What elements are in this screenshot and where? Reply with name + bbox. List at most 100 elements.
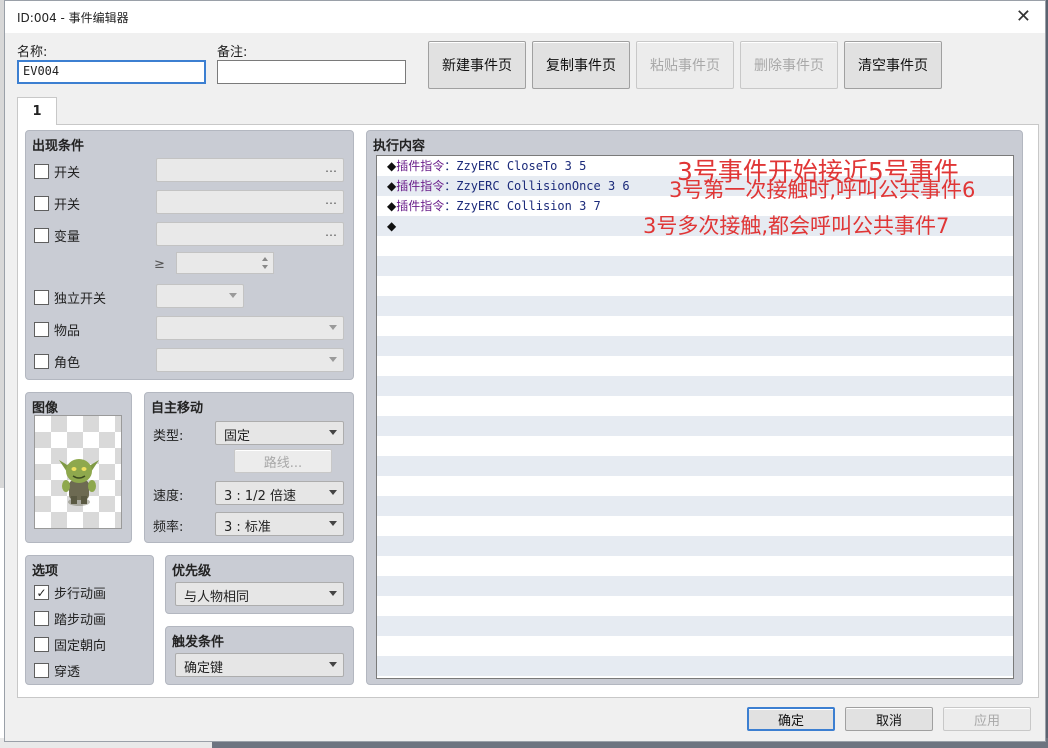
apply-button[interactable]: 应用 <box>943 707 1031 731</box>
command-row[interactable]: ◆插件指令：ZzyERC CloseTo 3 5 <box>387 156 586 176</box>
copy-page-button[interactable]: 复制事件页 <box>532 41 630 89</box>
trigger-select[interactable]: 确定键 <box>175 653 344 677</box>
chevron-down-icon <box>329 430 337 435</box>
autonomous-title: 自主移动 <box>151 401 204 416</box>
stepping-anime-checkbox[interactable]: 踏步动画 <box>34 609 106 628</box>
actor-label: 角色 <box>54 356 81 371</box>
note-label: 备注: <box>217 45 248 60</box>
note-input[interactable] <box>217 60 406 84</box>
through-label: 穿透 <box>54 665 81 680</box>
through-checkbox[interactable]: 穿透 <box>34 661 80 680</box>
ellipsis-icon: … <box>325 193 337 207</box>
event-image-preview[interactable] <box>34 415 122 529</box>
autonomous-movement-group: 自主移动 类型: 固定 路线... 速度: 3 : 1/2 倍速 频率: 3 :… <box>144 392 354 543</box>
command-row[interactable]: ◆插件指令：ZzyERC CollisionOnce 3 6 <box>387 176 630 196</box>
switch2-label: 开关 <box>54 198 81 213</box>
event-editor-dialog: ID:004 - 事件编辑器 ✕ 名称: EV004 备注: 新建事件页 复制事… <box>4 0 1046 742</box>
move-speed-value: 3 : 1/2 倍速 <box>224 489 296 504</box>
switch1-checkbox[interactable]: 开关 <box>34 162 80 181</box>
walking-anime-label: 步行动画 <box>54 587 107 602</box>
command-marker: ◆ <box>387 199 397 213</box>
spin-down-icon[interactable] <box>262 265 268 269</box>
variable-selector[interactable]: … <box>156 222 344 246</box>
command-keyword: 插件指令 <box>396 159 445 173</box>
new-page-button[interactable]: 新建事件页 <box>428 41 526 89</box>
command-marker: ◆ <box>387 179 397 193</box>
check-icon: ✓ <box>34 585 49 600</box>
move-speed-select[interactable]: 3 : 1/2 倍速 <box>215 481 344 505</box>
variable-label: 变量 <box>54 230 81 245</box>
delete-page-button[interactable]: 删除事件页 <box>740 41 838 89</box>
speed-label: 速度: <box>153 489 184 504</box>
close-icon[interactable]: ✕ <box>1016 6 1031 27</box>
variable-checkbox[interactable]: 变量 <box>34 226 80 245</box>
image-group: 图像 <box>25 392 132 543</box>
title-bar: ID:004 - 事件编辑器 ✕ <box>5 1 1045 33</box>
chevron-down-icon <box>229 293 237 298</box>
item-select[interactable] <box>156 316 344 340</box>
item-checkbox[interactable]: 物品 <box>34 320 80 339</box>
move-type-value: 固定 <box>224 429 251 444</box>
annotation-line2: 3号第一次接触时,呼叫公共事件6 <box>669 178 976 202</box>
move-frequency-select[interactable]: 3 : 标准 <box>215 512 344 536</box>
chevron-down-icon <box>329 325 337 330</box>
conditions-group: 出现条件 开关 … 开关 … 变量 … ≥ 独立开关 物品 角色 <box>25 130 354 380</box>
contents-group: 执行内容 ◆插件指令：ZzyERC CloseTo 3 5 ◆插件指令：ZzyE… <box>366 130 1023 685</box>
image-title: 图像 <box>32 401 59 416</box>
cancel-button[interactable]: 取消 <box>845 707 933 731</box>
checkbox-box <box>34 663 49 678</box>
command-args: ：ZzyERC Collision 3 7 <box>444 199 601 213</box>
chevron-down-icon <box>329 521 337 526</box>
actor-select[interactable] <box>156 348 344 372</box>
variable-value-spinner[interactable] <box>176 252 274 274</box>
trigger-value: 确定键 <box>184 661 224 676</box>
command-keyword: 插件指令 <box>396 179 445 193</box>
priority-group: 优先级 与人物相同 <box>165 555 354 614</box>
actor-checkbox[interactable]: 角色 <box>34 352 80 371</box>
checkbox-box <box>34 611 49 626</box>
priority-select[interactable]: 与人物相同 <box>175 582 344 606</box>
chevron-down-icon <box>329 591 337 596</box>
trigger-title: 触发条件 <box>172 635 225 650</box>
self-switch-select[interactable] <box>156 284 244 308</box>
spin-up-icon[interactable] <box>262 257 268 261</box>
clear-page-button[interactable]: 清空事件页 <box>844 41 942 89</box>
checkbox-box <box>34 637 49 652</box>
goblin-sprite-icon <box>59 459 99 506</box>
checkbox-box <box>34 164 49 179</box>
chevron-down-icon <box>329 357 337 362</box>
checkbox-box <box>34 322 49 337</box>
chevron-down-icon <box>329 490 337 495</box>
checkbox-box <box>34 290 49 305</box>
switch2-checkbox[interactable]: 开关 <box>34 194 80 213</box>
name-input[interactable]: EV004 <box>17 60 206 84</box>
direction-fix-checkbox[interactable]: 固定朝向 <box>34 635 106 654</box>
self-switch-checkbox[interactable]: 独立开关 <box>34 288 106 307</box>
walking-anime-checkbox[interactable]: ✓ 步行动画 <box>34 583 106 602</box>
ok-button[interactable]: 确定 <box>747 707 835 731</box>
command-keyword: 插件指令 <box>396 199 445 213</box>
switch1-selector[interactable]: … <box>156 158 344 182</box>
contents-title: 执行内容 <box>373 139 426 154</box>
move-type-select[interactable]: 固定 <box>215 421 344 445</box>
paste-page-button[interactable]: 粘贴事件页 <box>636 41 734 89</box>
options-title: 选项 <box>32 564 59 579</box>
trigger-group: 触发条件 确定键 <box>165 626 354 685</box>
frequency-label: 频率: <box>153 520 184 535</box>
checkbox-box <box>34 354 49 369</box>
conditions-title: 出现条件 <box>32 139 85 154</box>
switch1-label: 开关 <box>54 166 81 181</box>
tab-page-1[interactable]: 1 <box>17 97 57 125</box>
switch2-selector[interactable]: … <box>156 190 344 214</box>
options-group: 选项 ✓ 步行动画 踏步动画 固定朝向 穿透 <box>25 555 154 685</box>
command-row[interactable]: ◆插件指令：ZzyERC Collision 3 7 <box>387 196 601 216</box>
priority-title: 优先级 <box>172 564 212 579</box>
gte-sign: ≥ <box>154 257 165 272</box>
command-list[interactable]: ◆插件指令：ZzyERC CloseTo 3 5 ◆插件指令：ZzyERC Co… <box>376 155 1014 679</box>
command-args: ：ZzyERC CloseTo 3 5 <box>444 159 587 173</box>
command-args: ：ZzyERC CollisionOnce 3 6 <box>444 179 630 193</box>
stepping-anime-label: 踏步动画 <box>54 613 107 628</box>
route-button[interactable]: 路线... <box>234 449 332 473</box>
command-row-empty[interactable]: ◆ <box>387 216 396 236</box>
command-marker: ◆ <box>387 159 397 173</box>
